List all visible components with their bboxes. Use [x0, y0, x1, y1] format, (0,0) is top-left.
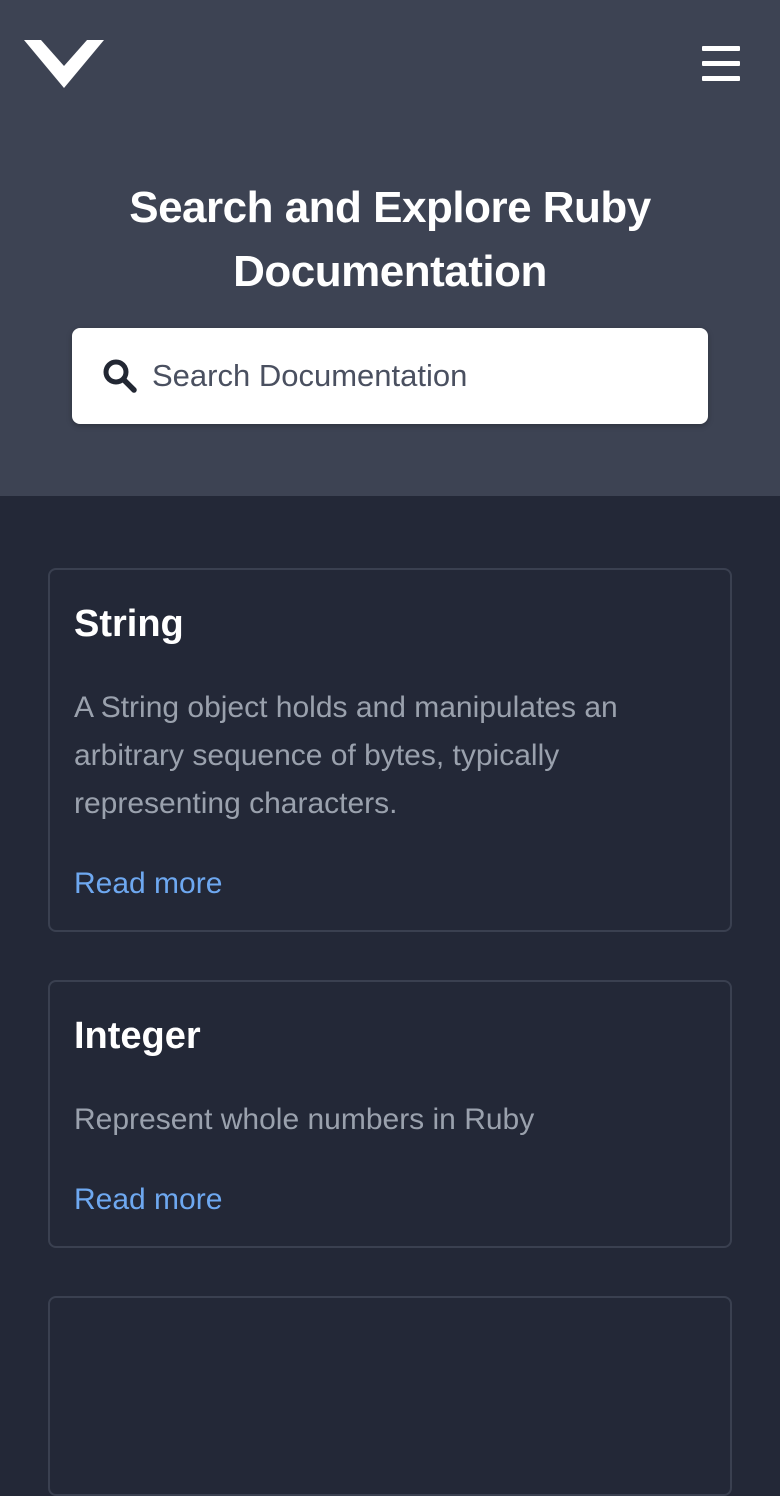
doc-card-integer: Integer Represent whole numbers in Ruby … [48, 980, 732, 1248]
read-more-link[interactable]: Read more [74, 864, 222, 904]
card-description: A String object holds and manipulates an… [74, 691, 618, 820]
logo-icon[interactable] [24, 40, 104, 88]
doc-card-string: String A String object holds and manipul… [48, 568, 732, 932]
search-icon [103, 359, 137, 393]
doc-card-partial [48, 1296, 732, 1496]
card-description: Represent whole numbers in Ruby [74, 1103, 535, 1136]
read-more-link[interactable]: Read more [74, 1180, 222, 1220]
hero-section: Search and Explore Ruby Documentation [0, 0, 780, 496]
search-input[interactable] [150, 350, 690, 402]
card-title: String [74, 603, 184, 645]
page-title: Search and Explore Ruby Documentation [129, 183, 651, 296]
hamburger-menu-icon[interactable] [700, 44, 742, 84]
menu-bar [702, 61, 740, 66]
menu-bar [702, 46, 740, 51]
card-title: Integer [74, 1015, 201, 1057]
menu-bar [702, 76, 740, 81]
